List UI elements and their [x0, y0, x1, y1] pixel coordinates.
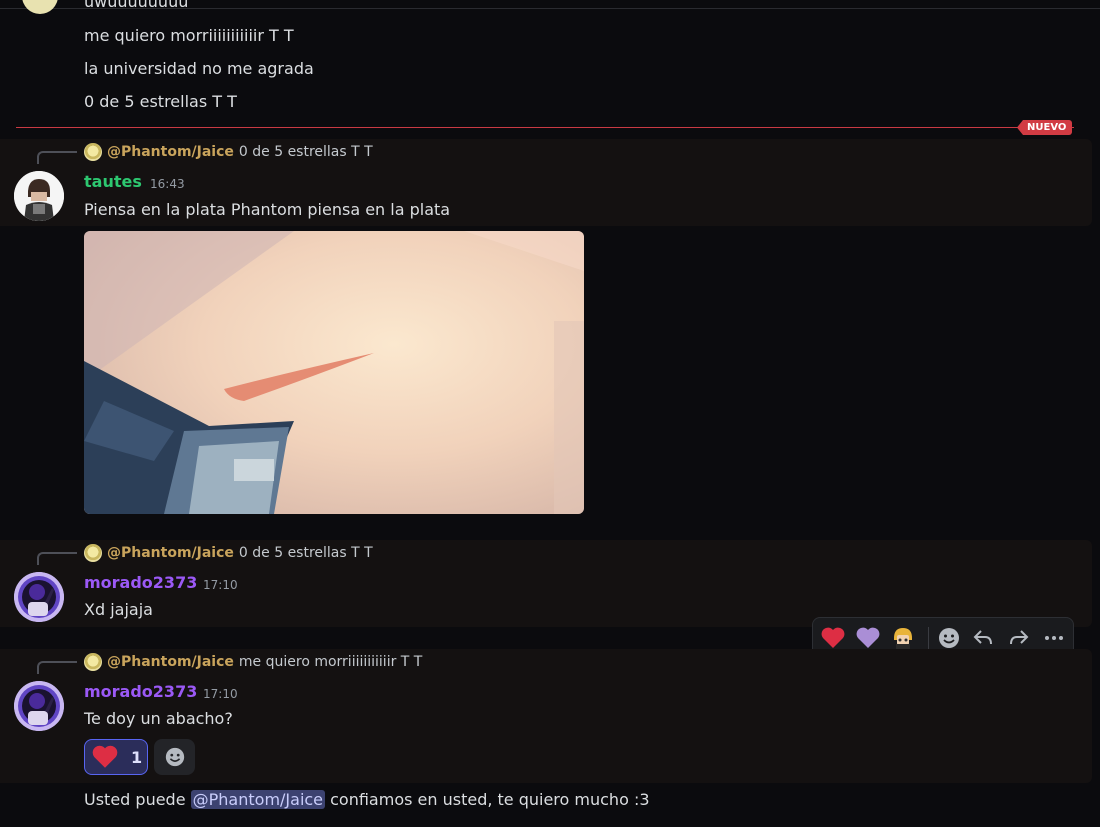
username[interactable]: tautes — [84, 172, 142, 191]
add-reaction-button[interactable] — [154, 739, 195, 775]
reply-author[interactable]: @Phantom/Jaice — [107, 545, 234, 561]
actions-separator — [928, 627, 929, 649]
heart-reaction-button[interactable]: 1 — [84, 739, 148, 775]
chat-view: uwuuuuuuuu me quiero morriiiiiiiiiiir T … — [0, 0, 1100, 827]
reply-author[interactable]: @Phantom/Jaice — [107, 144, 234, 160]
avatar[interactable] — [14, 681, 64, 731]
reply-text: 0 de 5 estrellas T T — [238, 144, 373, 160]
avatar[interactable] — [22, 0, 58, 14]
username[interactable]: morado2373 — [84, 573, 197, 592]
new-messages-divider — [16, 127, 1074, 128]
message-text: Usted puede @Phantom/Jaice confiamos en … — [84, 790, 650, 809]
reply-author[interactable]: @Phantom/Jaice — [107, 654, 234, 670]
reply-avatar — [84, 143, 102, 161]
image-attachment[interactable] — [84, 231, 584, 514]
avatar[interactable] — [14, 572, 64, 622]
message-text-after: confiamos en usted, te quiero mucho :3 — [325, 790, 650, 809]
avatar[interactable] — [14, 171, 64, 221]
reply-avatar — [84, 653, 102, 671]
reply-preview[interactable]: @Phantom/Jaice 0 de 5 estrellas T T — [84, 142, 373, 162]
add-reaction-icon — [165, 747, 184, 767]
message-line: me quiero morriiiiiiiiiiir T T — [84, 26, 294, 45]
reply-spine — [37, 661, 77, 674]
reply-spine — [37, 552, 77, 565]
reply-avatar — [84, 544, 102, 562]
avatar-image — [14, 171, 64, 221]
message-line: uwuuuuuuuu — [84, 0, 189, 11]
reply-spine — [37, 151, 77, 164]
message-text: Te doy un abacho? — [84, 709, 233, 728]
reply-text: 0 de 5 estrellas T T — [238, 545, 373, 561]
reply-preview[interactable]: @Phantom/Jaice me quiero morriiiiiiiiiii… — [84, 652, 422, 672]
reaction-count: 1 — [131, 747, 143, 767]
avatar-image — [14, 681, 64, 731]
avatar-image — [14, 572, 64, 622]
new-messages-badge: NUEVO — [1017, 120, 1073, 135]
message-line: la universidad no me agrada — [84, 59, 314, 78]
timestamp[interactable]: 17:10 — [203, 687, 238, 701]
message-text-before: Usted puede — [84, 790, 191, 809]
message-text: Xd jajaja — [84, 600, 153, 619]
user-mention[interactable]: @Phantom/Jaice — [190, 790, 326, 809]
message-line: 0 de 5 estrellas T T — [84, 92, 237, 111]
reply-preview[interactable]: @Phantom/Jaice 0 de 5 estrellas T T — [84, 543, 373, 563]
username[interactable]: morado2373 — [84, 682, 197, 701]
timestamp[interactable]: 17:10 — [203, 578, 238, 592]
timestamp[interactable]: 16:43 — [150, 177, 185, 191]
message-text: Piensa en la plata Phantom piensa en la … — [84, 200, 451, 219]
attachment-image — [84, 231, 584, 514]
red-heart-icon — [92, 745, 118, 768]
reply-text: me quiero morriiiiiiiiiiir T T — [238, 654, 423, 670]
